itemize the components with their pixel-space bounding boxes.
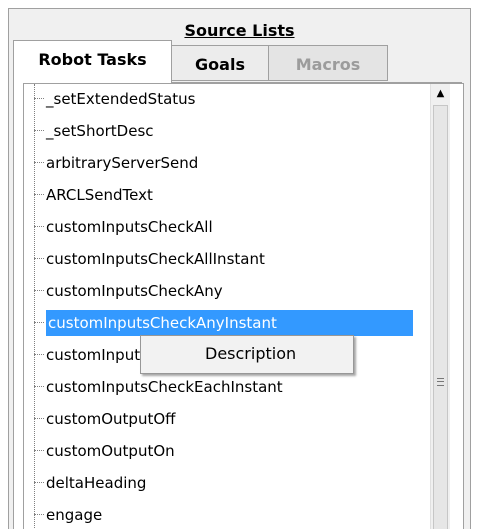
list-item[interactable]: arbitraryServerSend xyxy=(34,150,424,176)
tree-branch xyxy=(34,482,44,483)
tree-branch xyxy=(34,258,44,259)
list-item[interactable]: ARCLSendText xyxy=(34,182,424,208)
list-item[interactable]: _setExtendedStatus xyxy=(34,86,424,112)
list-item-selected[interactable]: customInputsCheckAnyInstant xyxy=(34,310,424,336)
list-item[interactable]: customOutputOn xyxy=(34,438,424,464)
list-item[interactable]: customInputsCheckEachInstant xyxy=(34,374,424,400)
list-item[interactable]: customInputsCheckAll xyxy=(34,214,424,240)
tree-branch xyxy=(34,130,44,131)
tab-robot-tasks[interactable]: Robot Tasks xyxy=(13,40,172,83)
tree-branch xyxy=(34,514,44,515)
source-lists-window: Source Lists Goals Macros Robot Tasks _s… xyxy=(0,0,481,529)
tree-branch xyxy=(34,322,44,323)
list-item[interactable]: _setShortDesc xyxy=(34,118,424,144)
list-item[interactable]: customInputsCheckAny xyxy=(34,278,424,304)
list-item[interactable]: deltaHeading xyxy=(34,470,424,496)
tab-macros[interactable]: Macros xyxy=(268,45,388,81)
tab-goals[interactable]: Goals xyxy=(171,45,269,81)
robot-tasks-tree[interactable]: _setExtendedStatus _setShortDesc arbitra… xyxy=(23,83,464,529)
context-menu-description[interactable]: Description xyxy=(141,336,353,373)
tree-branch xyxy=(34,418,44,419)
tree-branch xyxy=(34,226,44,227)
scrollbar-thumb[interactable] xyxy=(433,105,448,529)
list-item[interactable]: engage xyxy=(34,502,424,528)
context-menu: Description xyxy=(140,335,354,374)
tree-branch xyxy=(34,162,44,163)
tree-branch xyxy=(34,386,44,387)
grip-lines-icon xyxy=(437,378,444,386)
tree-branch xyxy=(34,98,44,99)
tree-branch xyxy=(34,450,44,451)
list-item[interactable]: customOutputOff xyxy=(34,406,424,432)
tree-branch xyxy=(34,354,44,355)
list-item[interactable]: customInputsCheckAllInstant xyxy=(34,246,424,272)
triangle-up-icon[interactable]: ▲ xyxy=(431,84,450,104)
panel-title: Source Lists xyxy=(184,21,295,40)
tree-branch xyxy=(34,290,44,291)
tree-branch xyxy=(34,194,44,195)
vertical-scrollbar[interactable]: ▲ xyxy=(430,84,450,529)
